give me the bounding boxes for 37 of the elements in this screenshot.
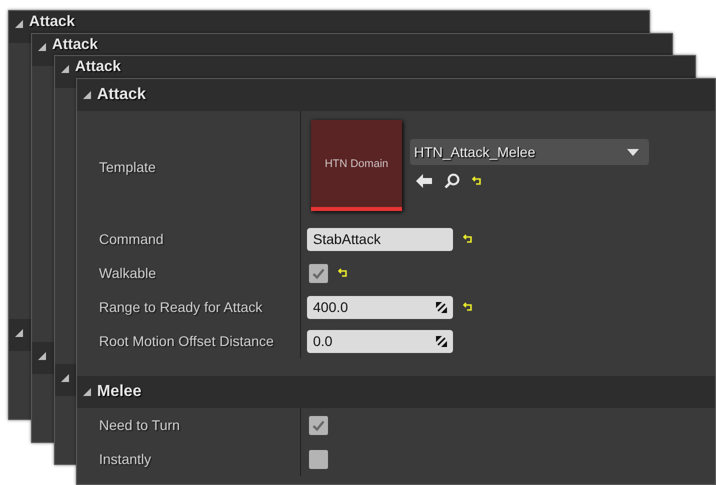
reset-arrow-icon[interactable] bbox=[463, 234, 473, 244]
collapse-triangle-icon[interactable] bbox=[61, 65, 69, 74]
collapse-triangle-icon bbox=[83, 388, 91, 396]
collapse-triangle-icon[interactable] bbox=[61, 374, 69, 382]
checkbox[interactable] bbox=[309, 450, 328, 468]
reset-arrow-icon[interactable] bbox=[463, 302, 473, 312]
section-header[interactable]: Melee bbox=[77, 376, 715, 408]
collapse-triangle-icon[interactable] bbox=[38, 42, 46, 51]
drag-arrows-icon bbox=[436, 336, 447, 346]
reset-arrow-icon[interactable] bbox=[472, 176, 482, 186]
section-title: Attack bbox=[29, 13, 75, 31]
left-arrow-icon[interactable] bbox=[416, 174, 432, 188]
checkbox[interactable] bbox=[309, 264, 328, 282]
property-label: Command bbox=[99, 231, 164, 247]
collapse-triangle-icon bbox=[83, 91, 91, 99]
drag-arrows-icon bbox=[436, 302, 447, 312]
section-header[interactable]: Attack bbox=[77, 79, 715, 111]
property-label: Instantly bbox=[99, 451, 152, 467]
number-field[interactable]: 400.0 bbox=[307, 296, 453, 318]
property-label: Template bbox=[99, 158, 156, 174]
property-label: Range to Ready for Attack bbox=[99, 299, 262, 315]
collapse-triangle-icon[interactable] bbox=[15, 329, 23, 337]
checkbox[interactable] bbox=[309, 416, 328, 434]
text-field[interactable]: StabAttack bbox=[307, 228, 453, 250]
collapse-triangle-icon[interactable] bbox=[15, 20, 23, 28]
property-label: Need to Turn bbox=[99, 417, 180, 433]
asset-thumbnail[interactable]: HTN Domain bbox=[311, 120, 402, 211]
search-icon[interactable] bbox=[444, 173, 460, 189]
section-title: Attack bbox=[75, 58, 121, 76]
section-title: Attack bbox=[52, 36, 98, 54]
collapse-triangle-icon[interactable] bbox=[38, 352, 46, 360]
dropdown-caret-icon bbox=[627, 148, 639, 156]
asset-dropdown[interactable]: HTN_Attack_Melee bbox=[410, 139, 649, 165]
property-label: Root Motion Offset Distance bbox=[99, 333, 274, 349]
reset-arrow-icon[interactable] bbox=[338, 268, 348, 278]
property-label: Walkable bbox=[99, 265, 156, 281]
number-field[interactable]: 0.0 bbox=[307, 330, 453, 352]
